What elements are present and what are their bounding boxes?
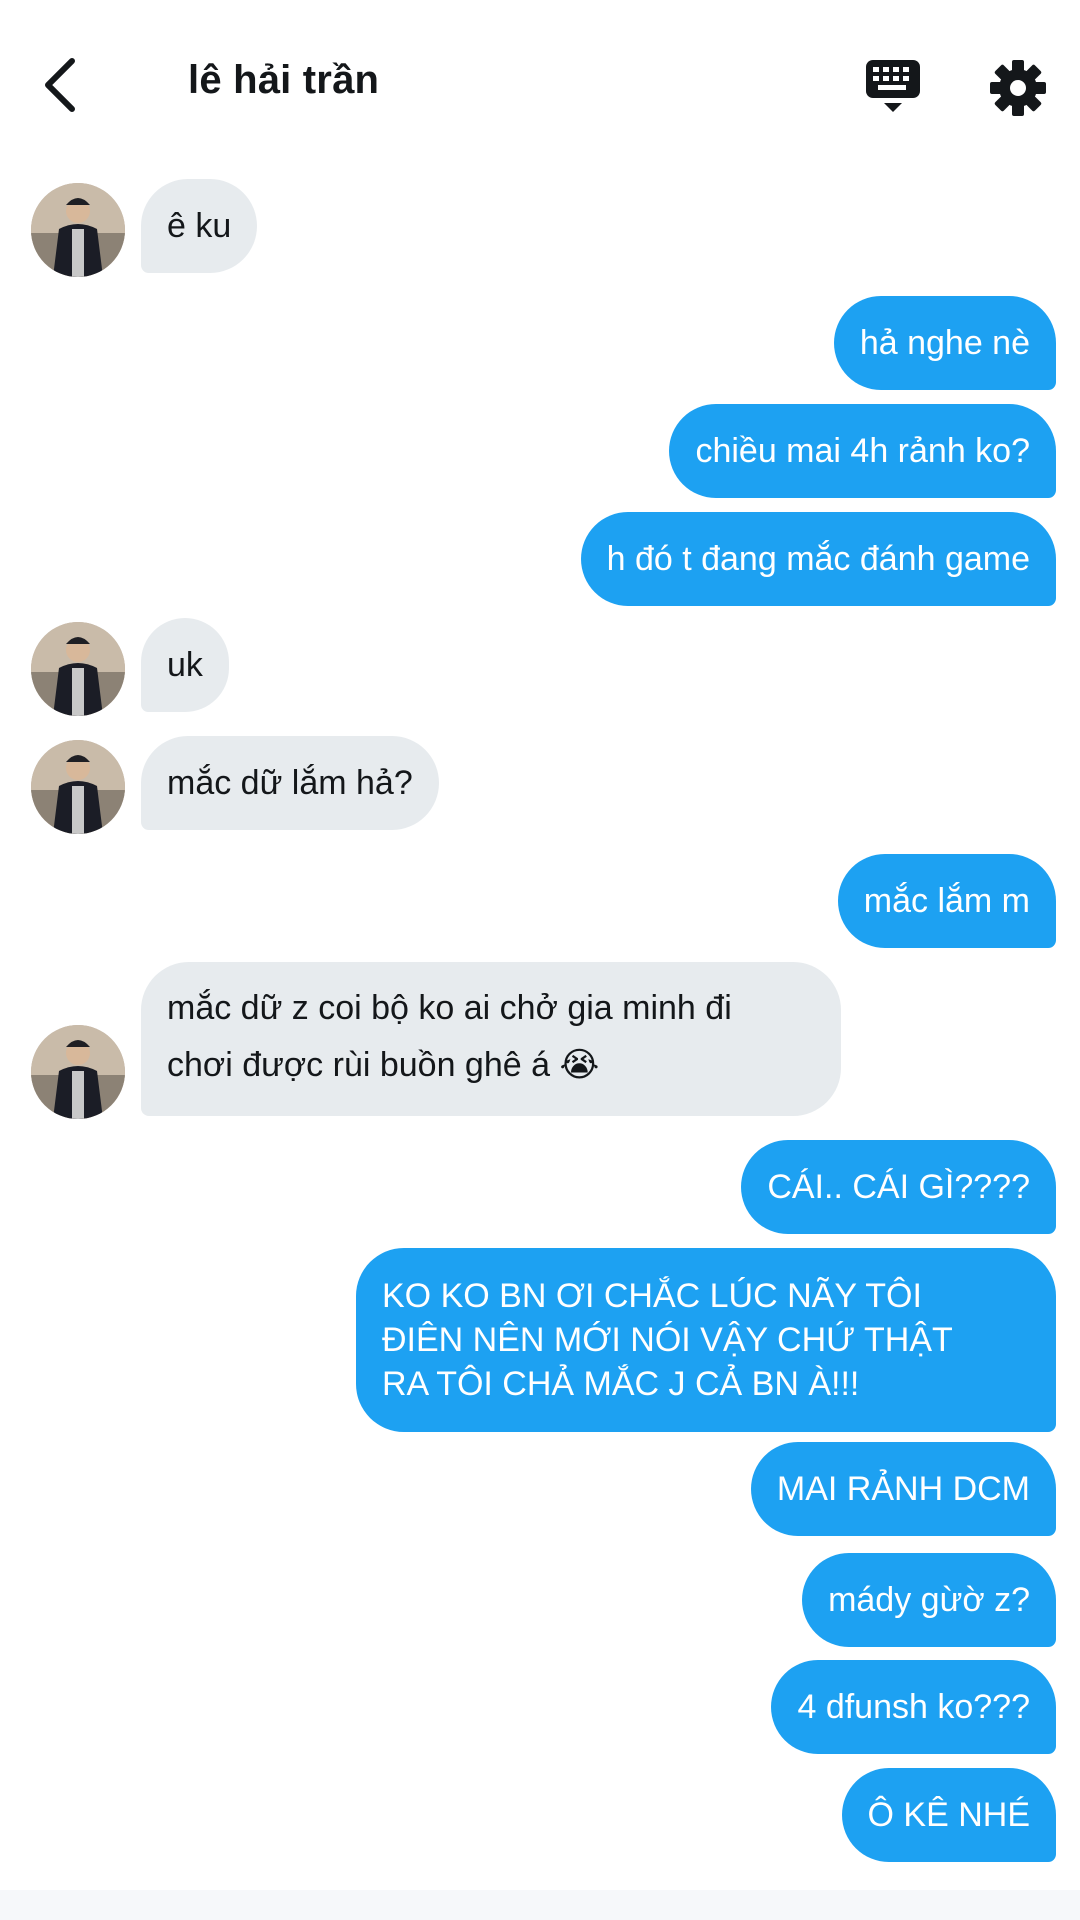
message-bubble-outgoing[interactable]: h đó t đang mắc đánh game [580,512,1056,606]
message-text: h đó t đang mắc đánh game [606,540,1030,578]
message-text: ê ku [167,207,232,245]
avatar[interactable] [31,740,125,834]
message-text: MAI RẢNH DCM [776,1470,1030,1508]
avatar-photo [31,183,125,277]
settings-button[interactable] [988,58,1048,118]
message-bubble-outgoing[interactable]: MAI RẢNH DCM [750,1442,1056,1536]
avatar-photo [31,622,125,716]
message-bubble-outgoing[interactable]: Ô KÊ NHÉ [841,1768,1056,1862]
message-bubble-outgoing[interactable]: mắc lắm m [837,854,1056,948]
message-bubble-incoming[interactable]: uk [141,618,229,712]
message-text-line: chơi được rùi buồn ghê á 😭 [167,1046,600,1084]
avatar-photo [31,1025,125,1119]
message-text: hả nghe nè [859,324,1030,362]
message-bubble-outgoing[interactable]: CÁI.. CÁI GÌ???? [741,1140,1056,1234]
message-text: 4 dfunsh ko??? [797,1688,1030,1726]
chat-screen: lê hải trần ê ku hả nghe nè chiều mai 4h… [0,0,1080,1920]
message-text: mắc dữ lắm hả? [167,764,413,802]
chevron-left-icon [45,58,75,112]
keyboard-button[interactable] [862,54,924,118]
avatar[interactable] [31,183,125,277]
conversation-header: lê hải trần [0,0,1080,170]
message-bubble-outgoing[interactable]: mády gừờ z? [802,1553,1056,1647]
message-bubble-incoming[interactable]: ê ku [141,179,258,273]
avatar-photo [31,740,125,834]
message-text-line: ĐIÊN NÊN MỚI NÓI VẬY CHỨ THẬT [382,1321,953,1359]
message-text: uk [167,646,203,684]
message-text-line: RA TÔI CHẢ MẮC J CẢ BN À!!! [382,1365,860,1403]
keyboard-icon [866,60,920,112]
message-text: mắc lắm m [863,882,1030,920]
message-bubble-outgoing[interactable]: hả nghe nè [833,296,1056,390]
message-text: mády gừờ z? [828,1581,1030,1619]
avatar[interactable] [31,1025,125,1119]
back-button[interactable] [30,50,90,120]
composer-edge [0,1890,1080,1920]
message-text: Ô KÊ NHÉ [867,1796,1030,1834]
message-bubble-incoming[interactable]: mắc dữ z coi bộ ko ai chở gia minh đi ch… [141,962,841,1116]
message-bubble-outgoing[interactable]: KO KO BN ƠI CHẮC LÚC NÃY TÔI ĐIÊN NÊN MỚ… [356,1248,1056,1432]
message-text-line: KO KO BN ƠI CHẮC LÚC NÃY TÔI [382,1277,922,1315]
message-text-line: mắc dữ z coi bộ ko ai chở gia minh đi [167,989,732,1027]
message-text: CÁI.. CÁI GÌ???? [767,1168,1030,1206]
gear-icon [990,60,1046,116]
conversation-title[interactable]: lê hải trần [188,58,379,103]
message-bubble-outgoing[interactable]: 4 dfunsh ko??? [771,1660,1056,1754]
message-bubble-incoming[interactable]: mắc dữ lắm hả? [141,736,439,830]
message-text: chiều mai 4h rảnh ko? [695,432,1030,470]
avatar[interactable] [31,622,125,716]
message-bubble-outgoing[interactable]: chiều mai 4h rảnh ko? [669,404,1056,498]
